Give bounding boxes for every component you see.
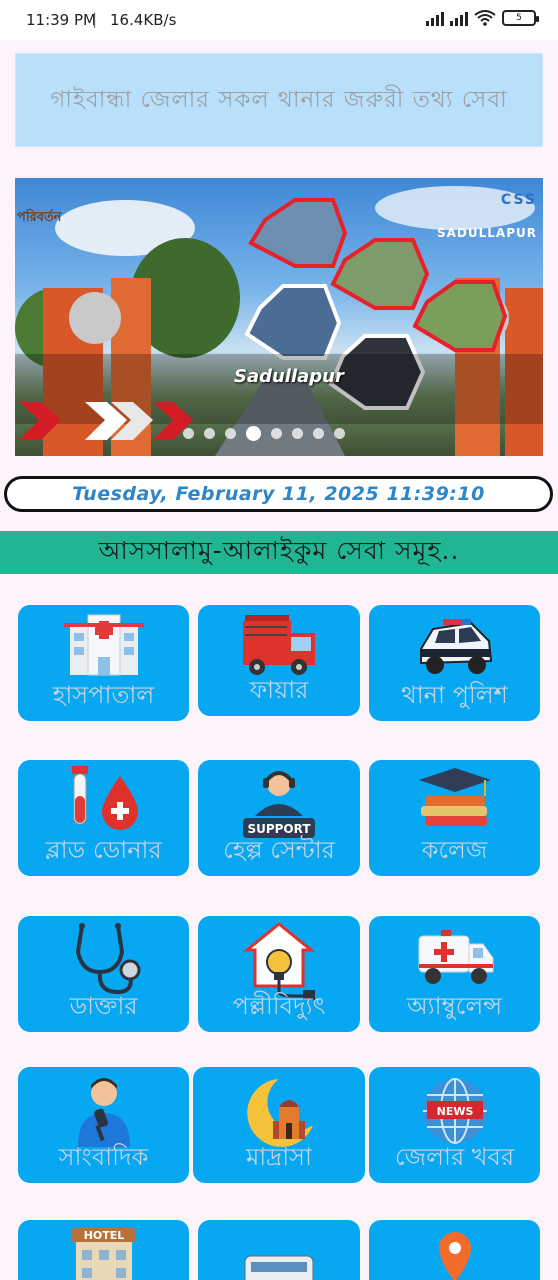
service-tile[interactable] bbox=[198, 1220, 360, 1280]
service-label: পল্লীবিদ্যুৎ bbox=[232, 992, 326, 1020]
slider-dot[interactable] bbox=[271, 428, 282, 439]
banner-title: গাইবান্ধা জেলার সকল থানার জরুরী তথ্য সেব… bbox=[50, 87, 508, 113]
status-time: 11:39 PM bbox=[26, 11, 96, 29]
date-time-text: Tuesday, February 11, 2025 11:39:10 bbox=[72, 483, 485, 505]
greeting-bar: আসসালামু-আলাইকুম সেবা সমূহ.. bbox=[0, 531, 558, 574]
slider-dots[interactable] bbox=[183, 426, 345, 441]
brand-logo-right: CSS bbox=[500, 192, 537, 208]
service-tile[interactable]: ফায়ার bbox=[198, 605, 360, 716]
service-label: কলেজ bbox=[421, 836, 488, 864]
slider-dot[interactable] bbox=[334, 428, 345, 439]
network-speed: 16.4KB/s bbox=[110, 11, 177, 29]
service-tile[interactable]: SUPPORT হেল্প সেন্টার bbox=[198, 760, 360, 876]
brand-logo-left: পরিবর্তন bbox=[17, 210, 62, 225]
service-tile[interactable]: সাংবাদিক bbox=[18, 1067, 189, 1183]
service-label: থানা পুলিশ bbox=[401, 681, 508, 709]
service-tile[interactable]: ডাক্তার bbox=[18, 916, 189, 1032]
service-tile[interactable]: ব্লাড ডোনার bbox=[18, 760, 189, 876]
signal-icon bbox=[450, 10, 468, 26]
slider-dot[interactable] bbox=[246, 426, 261, 441]
slider-dot[interactable] bbox=[183, 428, 194, 439]
hospital-icon bbox=[63, 611, 144, 681]
signal-icon bbox=[426, 10, 444, 26]
hotel-icon: HOTEL bbox=[64, 1226, 144, 1280]
location-icon bbox=[415, 1226, 495, 1280]
fire-truck-icon bbox=[239, 611, 319, 681]
icon-text: NEWS bbox=[436, 1105, 473, 1118]
icon-text: HOTEL bbox=[83, 1229, 124, 1242]
status-bar: 11:39 PM | 16.4KB/s 5 bbox=[0, 0, 558, 40]
slider-dot[interactable] bbox=[313, 428, 324, 439]
service-label: সাংবাদিক bbox=[58, 1143, 149, 1171]
greeting-text: আসসালামু-আলাইকুম সেবা সমূহ.. bbox=[98, 536, 460, 565]
service-tile[interactable]: HOTEL bbox=[18, 1220, 189, 1280]
title-banner: গাইবান্ধা জেলার সকল থানার জরুরী তথ্য সেব… bbox=[15, 53, 543, 147]
service-tile[interactable]: হাসপাতাল bbox=[18, 605, 189, 721]
service-tile[interactable]: NEWS জেলার খবর bbox=[369, 1067, 540, 1183]
service-label: অ্যাম্বুলেন্স bbox=[406, 992, 503, 1020]
bus-icon bbox=[239, 1226, 319, 1280]
police-car-icon bbox=[415, 611, 495, 681]
brand-name-right: SADULLAPUR bbox=[437, 226, 537, 240]
service-label: ফায়ার bbox=[249, 676, 309, 704]
service-label: জেলার খবর bbox=[394, 1143, 515, 1171]
status-separator: | bbox=[92, 10, 98, 28]
ambulance-icon bbox=[415, 922, 495, 992]
service-label: ডাক্তার bbox=[69, 992, 138, 1020]
service-label: হাসপাতাল bbox=[52, 681, 155, 709]
service-label: হেল্প সেন্টার bbox=[223, 836, 335, 864]
service-label: মাদ্রাসা bbox=[245, 1143, 312, 1171]
slide-caption: Sadullapur bbox=[234, 366, 344, 387]
college-icon bbox=[415, 766, 495, 836]
service-tile[interactable]: মাদ্রাসা bbox=[193, 1067, 365, 1183]
service-tile[interactable]: পল্লীবিদ্যুৎ bbox=[198, 916, 360, 1032]
service-tile[interactable]: অ্যাম্বুলেন্স bbox=[369, 916, 540, 1032]
service-label: ব্লাড ডোনার bbox=[45, 836, 162, 864]
date-time-display: Tuesday, February 11, 2025 11:39:10 bbox=[4, 476, 553, 512]
service-tile[interactable]: কলেজ bbox=[369, 760, 540, 876]
slider-dot[interactable] bbox=[292, 428, 303, 439]
image-slider[interactable]: পরিবর্তন CSS SADULLAPUR Sadullapur bbox=[15, 178, 543, 456]
battery-icon: 5 bbox=[502, 10, 539, 26]
wifi-icon bbox=[474, 10, 496, 26]
service-tile[interactable]: থানা পুলিশ bbox=[369, 605, 540, 721]
slider-dot[interactable] bbox=[225, 428, 236, 439]
slider-image bbox=[15, 186, 543, 456]
slider-dot[interactable] bbox=[204, 428, 215, 439]
service-tile[interactable] bbox=[369, 1220, 540, 1280]
